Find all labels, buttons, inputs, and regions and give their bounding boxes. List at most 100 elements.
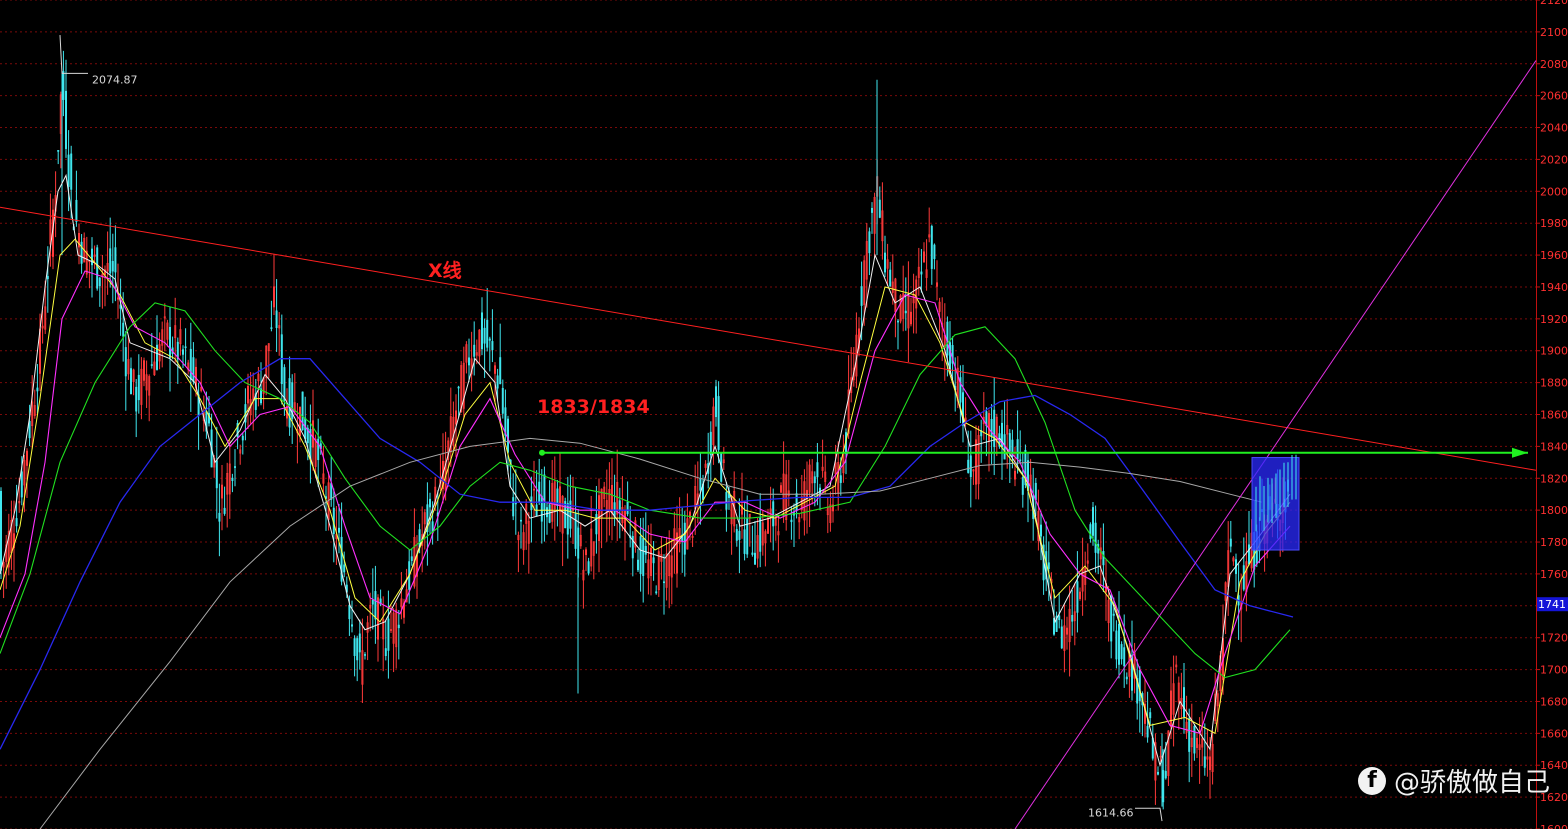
y-tick-label: 2020 — [1540, 153, 1568, 166]
candle-body — [215, 460, 218, 489]
candle-body — [636, 559, 639, 571]
candle-body — [1203, 756, 1206, 768]
candle-body — [486, 319, 489, 348]
candle-body — [870, 207, 873, 213]
candle-body — [337, 527, 340, 533]
candle-body — [67, 154, 70, 187]
candle-body — [350, 624, 353, 627]
candle-body — [543, 474, 546, 511]
candle-body — [1138, 670, 1141, 702]
candle-body — [946, 321, 949, 356]
candle-body — [512, 497, 515, 517]
candle-body — [98, 277, 101, 287]
candle-body — [1008, 433, 1011, 452]
candle-body — [1146, 725, 1149, 738]
candle-body — [467, 357, 470, 366]
candle-body — [860, 286, 863, 306]
y-tick-label: 1600 — [1540, 823, 1568, 829]
candle-body — [184, 346, 187, 349]
green-level-start-dot — [539, 449, 545, 456]
candle-body — [1248, 544, 1251, 565]
y-tick-label: 1720 — [1540, 632, 1568, 645]
candle-body — [65, 90, 68, 149]
candle-body — [499, 357, 502, 385]
candle-body — [883, 252, 886, 273]
y-tick-label: 2120 — [1540, 0, 1568, 7]
candle-body — [231, 477, 234, 482]
candle-body — [519, 519, 522, 522]
candle-body — [0, 491, 2, 571]
low-marker-line — [1135, 807, 1163, 822]
watermark: f @骄傲做自己 — [1357, 762, 1550, 799]
candle-body — [384, 648, 387, 657]
candle-body — [483, 327, 486, 344]
candle-body — [1112, 613, 1115, 616]
candle-body — [889, 269, 892, 287]
candlestick-chart: 1600162016401660168017001720174017601780… — [0, 0, 1568, 829]
candle-body — [15, 518, 18, 527]
candle-body — [574, 512, 577, 549]
candle-body — [639, 536, 642, 574]
candle-body — [753, 552, 756, 565]
candle-body — [1115, 630, 1118, 660]
candle-body — [896, 320, 899, 323]
candle-body — [1016, 439, 1019, 460]
candle-body — [1071, 614, 1074, 622]
candle-body — [234, 466, 237, 468]
candle-body — [967, 459, 970, 473]
candle-body — [618, 500, 621, 510]
candle-body — [122, 322, 125, 337]
ma-gray-line — [39, 437, 1263, 829]
candle-body — [109, 248, 112, 274]
candle-body — [990, 418, 993, 437]
candle-body — [920, 271, 923, 275]
candle-body — [371, 599, 374, 605]
candle-body — [714, 386, 717, 418]
candle-body — [751, 552, 754, 555]
candle-body — [759, 517, 762, 552]
candle-body — [96, 247, 99, 289]
candle-body — [1021, 477, 1024, 495]
y-tick-label: 1940 — [1540, 281, 1568, 294]
y-tick-label: 1880 — [1540, 377, 1568, 390]
candle-body — [1089, 524, 1092, 540]
candle-body — [1076, 581, 1079, 613]
candle-body — [62, 71, 65, 100]
candle-body — [189, 348, 192, 380]
y-tick-label: 2100 — [1540, 26, 1568, 39]
ma-yellow-line — [0, 238, 1291, 735]
watermark-text: @骄傲做自己 — [1393, 768, 1550, 798]
y-tick-label: 2060 — [1540, 90, 1568, 103]
candle-body — [36, 387, 39, 392]
candle-body — [130, 368, 133, 395]
candle-body — [111, 261, 114, 272]
candle-body — [933, 244, 936, 260]
y-tick-label: 1920 — [1540, 313, 1568, 326]
candle-body — [1188, 718, 1191, 752]
candle-body — [816, 462, 819, 478]
candle-body — [488, 338, 491, 341]
candle-body — [496, 375, 499, 389]
candle-body — [683, 522, 686, 555]
y-tick-label: 2080 — [1540, 58, 1568, 71]
candle-body — [374, 591, 377, 620]
candle-body — [506, 418, 509, 453]
candle-body — [363, 654, 366, 656]
candle-body — [1164, 770, 1167, 779]
candle-body — [655, 591, 658, 594]
candle-body — [717, 396, 720, 450]
candle-body — [642, 538, 645, 576]
candle-body — [283, 367, 286, 401]
candle-body — [270, 327, 273, 329]
candle-body — [904, 310, 907, 314]
candle-body — [317, 438, 320, 461]
candle-body — [1193, 725, 1196, 754]
candle-body — [343, 564, 346, 573]
candle-body — [587, 561, 590, 574]
candle-body — [1094, 522, 1097, 553]
candle-body — [70, 153, 73, 190]
y-tick-label: 2040 — [1540, 122, 1568, 135]
candle-body — [1229, 538, 1232, 547]
high-label: 2074.87 — [92, 73, 138, 86]
candle-body — [348, 604, 351, 620]
